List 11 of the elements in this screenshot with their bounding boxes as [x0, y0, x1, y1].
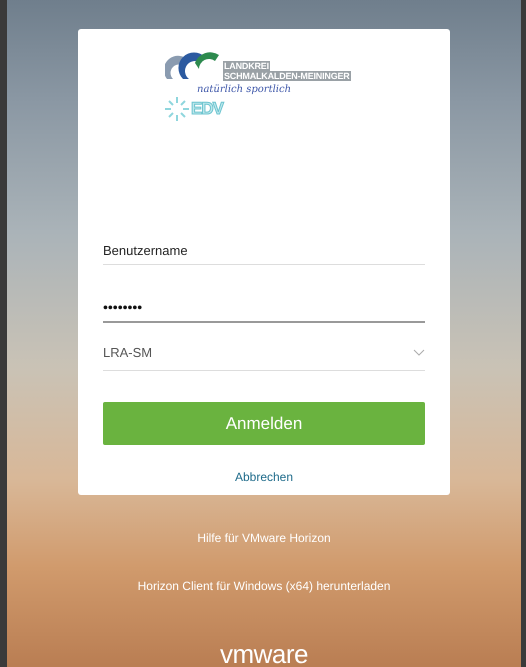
cancel-link[interactable]: Abbrechen	[234, 470, 294, 484]
chevron-down-icon	[413, 349, 425, 356]
logo-text: SCHMALKALDEN-MEININGER	[223, 71, 351, 81]
password-field[interactable]: ••••••••	[103, 299, 425, 323]
sun-icon	[165, 97, 189, 121]
domain-dropdown[interactable]: LRA-SM	[103, 345, 425, 371]
logo-text: LANDKREI	[223, 61, 270, 71]
username-field[interactable]: Benutzername	[103, 243, 425, 265]
logo-slogan: natürlich sportlich	[197, 84, 292, 95]
vendor-logo: vmware	[220, 641, 308, 667]
edv-logo-text: EDV	[191, 99, 223, 119]
